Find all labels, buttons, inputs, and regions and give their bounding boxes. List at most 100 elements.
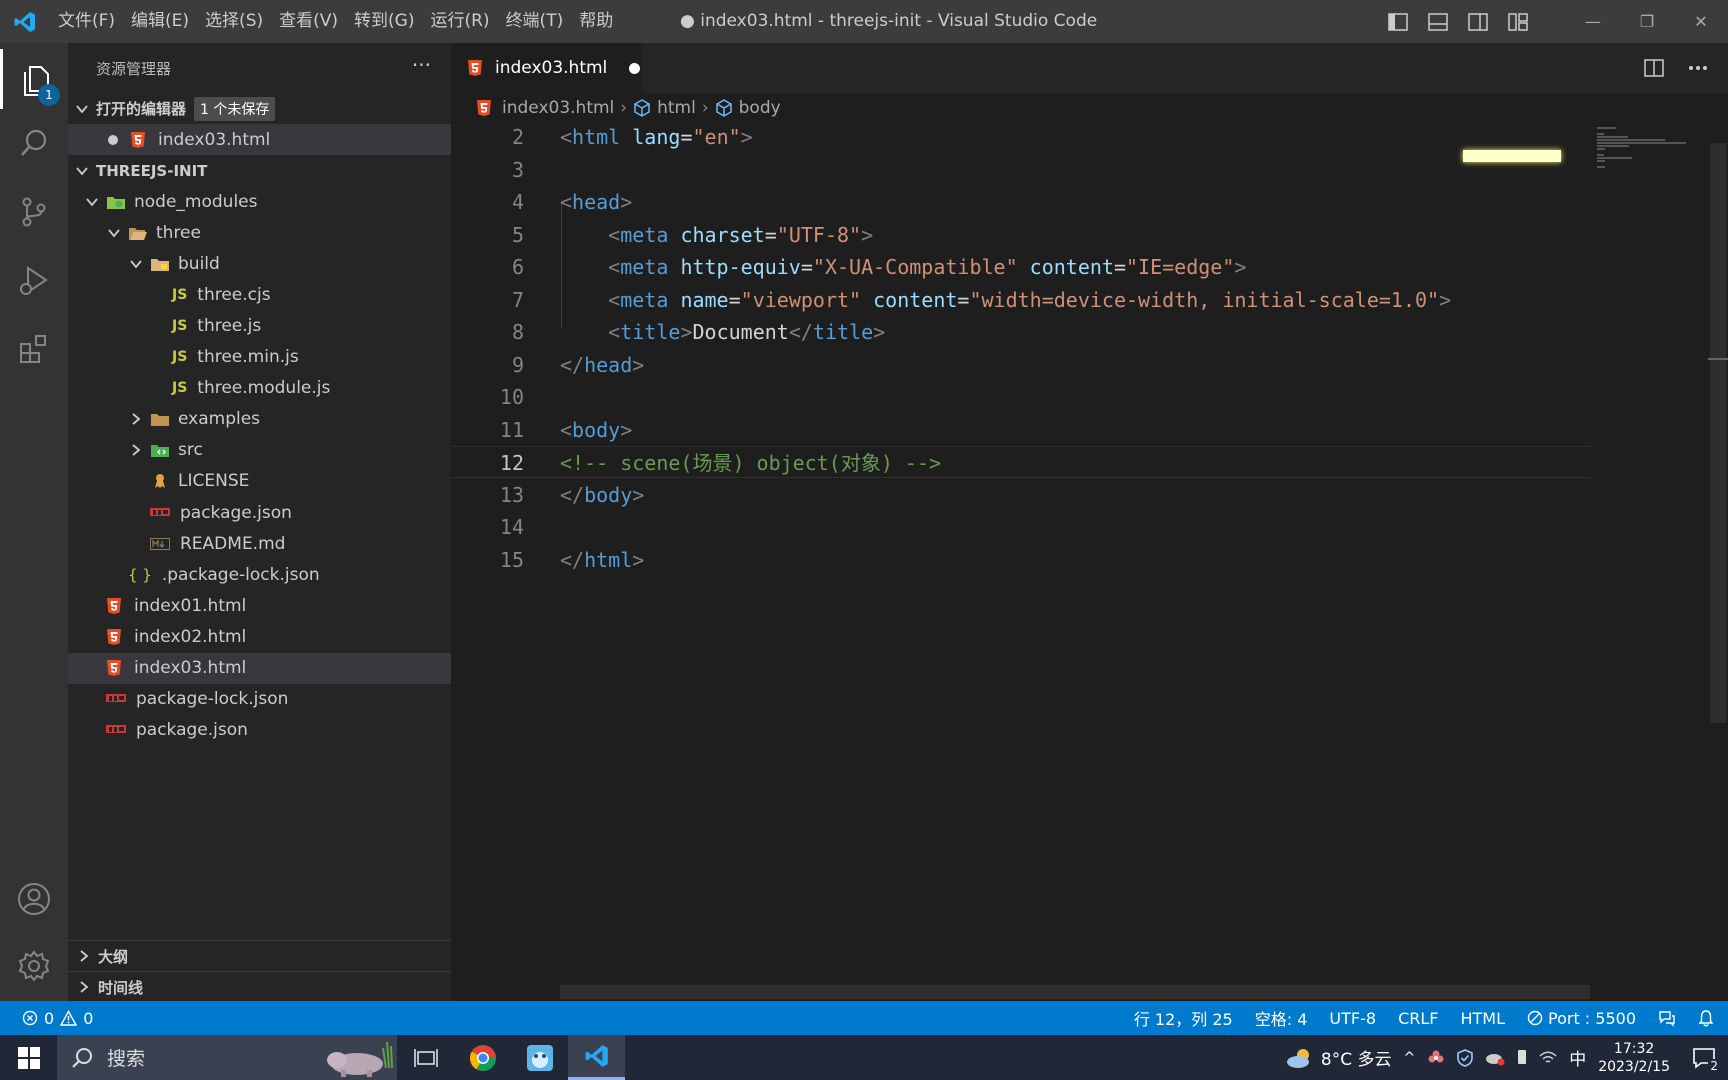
- tree-item[interactable]: JS three.min.js: [68, 342, 451, 373]
- action-center-button[interactable]: 2: [1692, 1047, 1720, 1073]
- menu-terminal[interactable]: 终端(T): [498, 0, 572, 43]
- tree-item[interactable]: src: [68, 435, 451, 466]
- activity-extensions[interactable]: [0, 319, 68, 379]
- live-server-port[interactable]: Port : 5500: [1527, 1009, 1636, 1028]
- breadcrumb-body[interactable]: body: [739, 98, 781, 118]
- breadcrumb-html[interactable]: html: [657, 98, 696, 118]
- tree-item[interactable]: { } .package-lock.json: [68, 559, 451, 590]
- taskbar-chrome[interactable]: [454, 1035, 511, 1080]
- minimap[interactable]: [1591, 123, 1708, 1001]
- tree-item[interactable]: JS three.cjs: [68, 279, 451, 310]
- code-line[interactable]: 4 <head>: [451, 186, 1591, 218]
- chevron-down-icon[interactable]: [128, 256, 144, 272]
- tray-cloud-sync-icon[interactable]: [1485, 1050, 1505, 1066]
- chevron-down-icon[interactable]: [84, 194, 100, 210]
- activity-run-debug[interactable]: [0, 251, 68, 311]
- tree-item[interactable]: build: [68, 248, 451, 279]
- code-line[interactable]: 11 <body>: [451, 414, 1591, 446]
- explorer-more-icon[interactable]: ···: [412, 53, 431, 77]
- language-mode[interactable]: HTML: [1460, 1009, 1505, 1028]
- code-line[interactable]: 9 </head>: [451, 349, 1591, 381]
- chevron-right-icon[interactable]: [128, 411, 144, 427]
- code-line[interactable]: 12 <!-- scene(场景) object(对象) -->: [451, 446, 1591, 478]
- activity-manage[interactable]: [0, 936, 68, 996]
- code-editor[interactable]: 2 <html lang="en"> 3 4 <head> 5 <meta charset…: [451, 123, 1591, 1001]
- toggle-panel-icon[interactable]: [1428, 12, 1448, 31]
- open-editor-item[interactable]: index03.html: [68, 124, 451, 155]
- feedback-icon[interactable]: [1658, 1009, 1676, 1027]
- tree-item[interactable]: index03.html: [68, 652, 451, 684]
- task-view-button[interactable]: [397, 1035, 454, 1080]
- menu-run[interactable]: 运行(R): [422, 0, 497, 43]
- tree-item[interactable]: three: [68, 217, 451, 248]
- code-line[interactable]: 8 <title>Document</title>: [451, 316, 1591, 348]
- code-line[interactable]: 6 <meta http-equiv="X-UA-Compatible" con…: [451, 251, 1591, 283]
- taskbar-vscode[interactable]: [568, 1035, 625, 1080]
- close-button[interactable]: ✕: [1674, 0, 1728, 43]
- horizontal-scrollbar[interactable]: [560, 985, 1590, 999]
- tab-index03-html[interactable]: index03.html: [451, 43, 641, 93]
- tree-item[interactable]: package-lock.json: [68, 684, 451, 715]
- tree-item[interactable]: JS three.module.js: [68, 373, 451, 404]
- menu-file[interactable]: 文件(F): [50, 0, 123, 43]
- split-editor-icon[interactable]: [1644, 59, 1664, 77]
- timeline-section[interactable]: 时间线: [68, 971, 451, 1002]
- chevron-down-icon[interactable]: [106, 225, 122, 241]
- tree-item[interactable]: examples: [68, 404, 451, 435]
- tree-item[interactable]: LICENSE: [68, 466, 451, 497]
- open-editors-section[interactable]: 打开的编辑器 1 个未保存: [68, 93, 451, 124]
- unsaved-dot-icon[interactable]: [629, 62, 641, 74]
- vertical-scrollbar[interactable]: [1708, 123, 1728, 1001]
- taskbar-search[interactable]: 搜索: [57, 1035, 397, 1080]
- project-section[interactable]: THREEJS-INIT: [68, 155, 451, 186]
- restore-button[interactable]: ❐: [1620, 0, 1674, 43]
- outline-section[interactable]: 大纲: [68, 940, 451, 971]
- ime-indicator[interactable]: 中: [1569, 1045, 1586, 1070]
- code-line[interactable]: 15 </html>: [451, 544, 1591, 576]
- cursor-position[interactable]: 行 12，列 25: [1134, 1006, 1233, 1030]
- activity-explorer[interactable]: 1: [0, 49, 68, 109]
- toggle-primary-sidebar-icon[interactable]: [1388, 12, 1408, 31]
- menu-selection[interactable]: 选择(S): [197, 0, 271, 43]
- encoding[interactable]: UTF-8: [1329, 1009, 1376, 1028]
- customize-layout-icon[interactable]: [1508, 12, 1528, 31]
- notifications-bell-icon[interactable]: [1698, 1009, 1714, 1027]
- tray-usb-icon[interactable]: [1517, 1049, 1527, 1067]
- code-line[interactable]: 7 <meta name="viewport" content="width=d…: [451, 284, 1591, 316]
- menu-edit[interactable]: 编辑(E): [123, 0, 197, 43]
- menu-go[interactable]: 转到(G): [346, 0, 422, 43]
- activity-accounts[interactable]: [0, 869, 68, 929]
- toggle-secondary-sidebar-icon[interactable]: [1468, 12, 1488, 31]
- activity-source-control[interactable]: [0, 182, 68, 242]
- tray-shield-icon[interactable]: [1457, 1048, 1474, 1067]
- scrollbar-thumb[interactable]: [1710, 143, 1726, 723]
- unsaved-dot-icon[interactable]: [108, 134, 118, 145]
- tree-item[interactable]: JS three.js: [68, 310, 451, 341]
- problems-indicator[interactable]: 0 0: [22, 1001, 93, 1035]
- tree-item[interactable]: package.json: [68, 715, 451, 746]
- wifi-icon[interactable]: [1539, 1050, 1557, 1066]
- indentation[interactable]: 空格: 4: [1255, 1006, 1308, 1030]
- tree-item[interactable]: node_modules: [68, 186, 451, 217]
- chevron-up-icon[interactable]: ^: [1403, 1050, 1415, 1066]
- code-line[interactable]: 14: [451, 511, 1591, 543]
- start-button[interactable]: [0, 1035, 57, 1080]
- end-of-line[interactable]: CRLF: [1398, 1009, 1438, 1028]
- menu-view[interactable]: 查看(V): [271, 0, 346, 43]
- code-line[interactable]: 10: [451, 381, 1591, 413]
- code-line[interactable]: 13 </body>: [451, 479, 1591, 511]
- breadcrumb-file[interactable]: index03.html: [502, 98, 614, 118]
- menu-help[interactable]: 帮助: [571, 0, 621, 43]
- tree-item[interactable]: README.md: [68, 528, 451, 559]
- weather-widget[interactable]: 8°C 多云: [1285, 1045, 1391, 1070]
- chevron-right-icon[interactable]: [128, 442, 144, 458]
- system-clock[interactable]: 17:32 2023/2/15: [1598, 1040, 1670, 1076]
- more-actions-icon[interactable]: [1688, 65, 1708, 71]
- tree-item[interactable]: package.json: [68, 497, 451, 528]
- code-line[interactable]: 3: [451, 154, 1591, 186]
- activity-search[interactable]: [0, 113, 68, 173]
- tree-item[interactable]: index01.html: [68, 590, 451, 621]
- taskbar-app-blue[interactable]: [511, 1035, 568, 1080]
- code-line[interactable]: 2 <html lang="en">: [451, 121, 1591, 153]
- tray-flower-icon[interactable]: [1427, 1049, 1445, 1067]
